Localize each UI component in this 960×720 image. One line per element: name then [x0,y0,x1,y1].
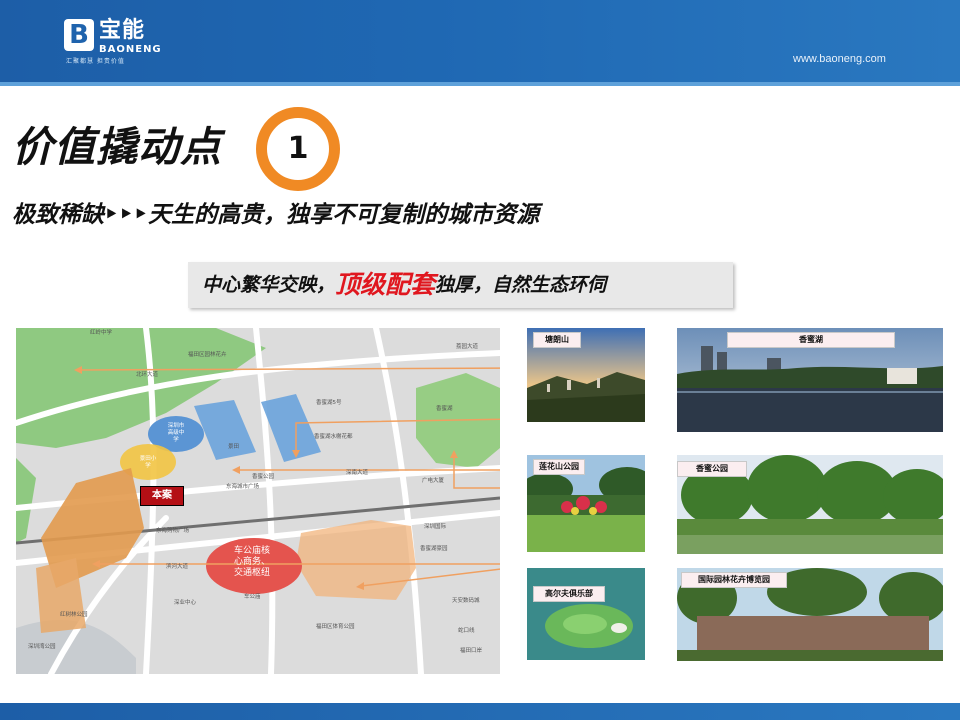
photo-golf-club: 高尔夫俱乐部 [527,568,645,660]
baoneng-logo: B 宝能 BAONENG 汇聚都慧 担责价值 [64,16,162,74]
map-road-label: 深圳湾公园 [28,644,56,650]
map-road-label: 福田区体育公园 [316,624,355,630]
map-road-label: 东海购物广场 [156,528,190,534]
page-subtitle: 极致稀缺‣‣‣天生的高贵，独享不可复制的城市资源 [12,202,540,228]
logo-b-icon: B [64,19,94,51]
photo-label: 莲花山公园 [533,459,585,475]
map-road-label: 深业中心 [174,600,197,606]
school-label: 景田小 学 [139,456,157,469]
map-road-label: 红岭中学 [90,330,113,336]
photo-label: 高尔夫俱乐部 [533,586,605,602]
cbd-label: 车公庙核 心商务、 交通枢纽 [233,546,270,578]
site-url: www.baoneng.com [793,53,886,65]
brand-name-cn: 宝能 [99,18,146,43]
map-road-label: 车公庙 [244,594,261,600]
page-title: 价值撬动点 [12,123,222,171]
map-road-label: 香蜜湖 [436,406,453,412]
project-site-tag: 本案 [140,486,184,506]
title-number: 1 [287,131,309,166]
map-road-label: 北环大道 [136,372,159,378]
map-road-label: 天安数码城 [452,598,480,604]
brand-name-en: BAONENG [99,44,162,55]
photo-tanglangshan: 塘朗山 [527,328,645,422]
header-band: B 宝能 BAONENG 汇聚都慧 担责价值 www.baoneng.com [0,0,960,86]
footer-band [0,703,960,720]
map-road-label: 荔园大道 [456,344,479,350]
map-road-label: 广电大厦 [422,478,445,484]
map-road-label: 景田 [228,444,240,450]
highlight-after: 独厚，自然生态环伺 [435,274,607,296]
map-road-label: 香蜜湖豪园 [420,546,448,552]
map-road-label: 红树林公园 [60,612,88,618]
map-canvas [16,328,500,674]
highlight-emphasis: 顶级配套 [335,270,436,299]
map-road-label: 蛇口线 [458,628,475,634]
photo-label: 塘朗山 [533,332,581,348]
location-map: 红岭中学 北环大道 福田区园林花卉 荔园大道 香蜜湖5号 香蜜湖水榭花都 东海城… [16,328,500,674]
map-road-label: 深南大道 [346,470,369,476]
map-road-label: 福田区园林花卉 [188,352,227,358]
map-road-label: 深圳国际 [424,524,447,530]
photo-lianhuashan: 莲花山公园 [527,455,645,552]
map-road-label: 香蜜湖水榭花都 [314,434,353,440]
brand-tagline: 汇聚都慧 担责价值 [66,58,125,65]
photo-label: 香蜜湖 [727,332,895,348]
highlight-banner: 中心繁华交映， 顶级配套 独厚，自然生态环伺 [188,262,733,308]
map-road-label: 滨河大道 [166,564,189,570]
photo-label: 香蜜公园 [677,461,747,477]
school-label: 深圳市 高级中 学 [167,423,185,443]
map-road-label: 东海城市广场 [226,484,260,490]
photo-xiangmi-park: 香蜜公园 [677,455,943,554]
map-road-label: 福田口岸 [460,648,483,654]
map-road-label: 香蜜湖5号 [316,400,342,406]
highlight-before: 中心繁华交映， [202,274,336,296]
title-number-badge: 1 [256,107,340,191]
photo-xiangmihu: 香蜜湖 [677,328,943,432]
photo-label: 国际园林花卉博览园 [681,572,787,588]
map-road-label: 香蜜公园 [252,474,275,480]
photo-flower-expo-park: 国际园林花卉博览园 [677,568,943,661]
